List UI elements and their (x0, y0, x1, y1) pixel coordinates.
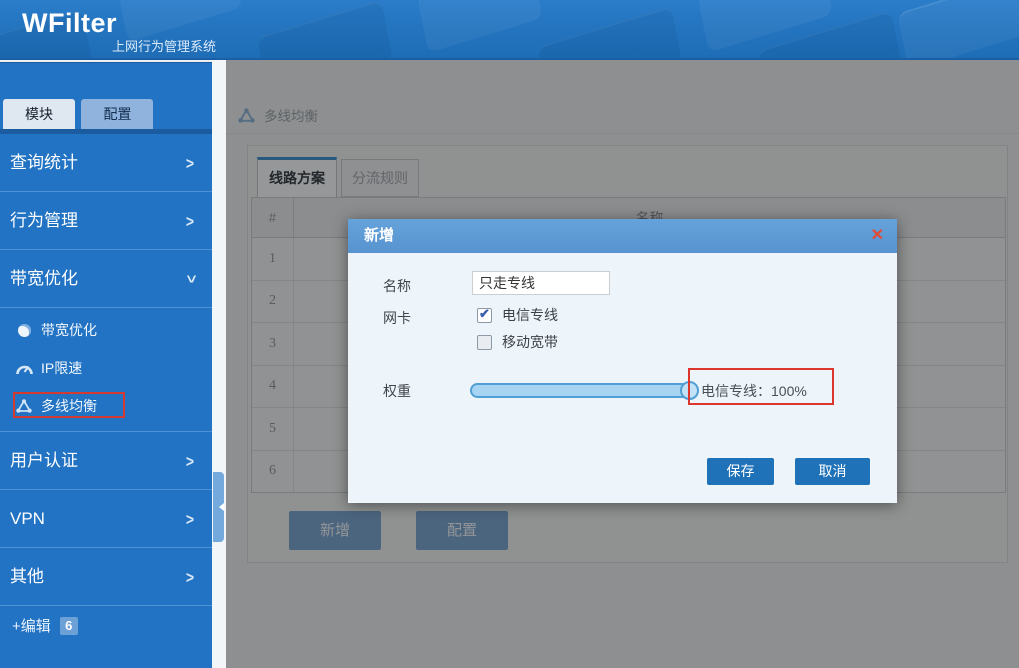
checkbox-icon[interactable] (477, 308, 492, 323)
sidebar-item-label: 带宽优化 (10, 269, 78, 288)
checkbox-telecom-line[interactable]: 电信专线 (477, 305, 558, 325)
sidebar-item-user-auth[interactable]: 用户认证 > (0, 432, 212, 490)
edit-count-badge: 6 (60, 617, 78, 635)
app-logo: WFilter (22, 8, 117, 39)
sidebar-gutter (212, 60, 226, 668)
save-button[interactable]: 保存 (707, 458, 774, 485)
add-dialog: 新增 ✕ 名称 网卡 电信专线 移动宽带 权重 电信专线：100% 保存 取消 (348, 219, 897, 503)
sidebar-subitem-multiline-balance[interactable]: 多线均衡 (0, 387, 212, 425)
sidebar-edit-label: +编辑 (12, 615, 51, 636)
sidebar: 模块 配置 查询统计 > 行为管理 > 带宽优化 > 带宽优化 (0, 62, 212, 668)
sidebar-item-label: 行为管理 (10, 211, 78, 230)
sidebar-menu: 查询统计 > 行为管理 > 带宽优化 > 带宽优化 (0, 134, 212, 606)
bandwidth-circle-icon (15, 321, 33, 339)
name-input[interactable] (472, 271, 610, 295)
dialog-title: 新增 (364, 219, 394, 253)
wfilter-app: WFilter 上网行为管理系统 模块 配置 查询统计 > 行为管理 > 带宽优… (0, 0, 1019, 668)
sidebar-tab-modules[interactable]: 模块 (3, 99, 75, 129)
sidebar-tab-bar: 模块 配置 (3, 99, 155, 129)
weight-field-label: 权重 (383, 381, 411, 401)
sidebar-edit-button[interactable]: +编辑 6 (12, 615, 78, 636)
multiline-triangle-icon (15, 397, 33, 415)
sidebar-subitem-bandwidth-opt[interactable]: 带宽优化 (0, 311, 212, 349)
checkbox-label: 电信专线 (502, 305, 558, 325)
sidebar-tab-config[interactable]: 配置 (81, 99, 153, 129)
weight-value-label: 电信专线：100% (701, 381, 807, 401)
sidebar-subitem-label: 多线均衡 (41, 387, 97, 425)
sidebar-subitem-label: 带宽优化 (41, 311, 97, 349)
sidebar-item-label: 用户认证 (10, 451, 78, 470)
sidebar-item-vpn[interactable]: VPN > (0, 490, 212, 548)
weight-slider[interactable] (470, 383, 698, 398)
speed-gauge-icon (15, 359, 33, 377)
dialog-titlebar: 新增 ✕ (348, 219, 897, 253)
chevron-right-icon: > (186, 542, 194, 612)
sidebar-submenu-bandwidth: 带宽优化 IP限速 多线均衡 (0, 308, 212, 432)
sidebar-item-other[interactable]: 其他 > (0, 548, 212, 606)
chevron-right-icon: > (186, 186, 194, 256)
cancel-button[interactable]: 取消 (795, 458, 870, 485)
app-header: WFilter 上网行为管理系统 (0, 0, 1019, 60)
sidebar-item-label: 其他 (10, 567, 44, 586)
checkbox-mobile-broadband[interactable]: 移动宽带 (477, 332, 558, 352)
sidebar-item-label: 查询统计 (10, 153, 78, 172)
sidebar-subitem-label: IP限速 (41, 349, 82, 387)
sidebar-item-query-stats[interactable]: 查询统计 > (0, 134, 212, 192)
close-icon[interactable]: ✕ (871, 219, 884, 253)
slider-handle[interactable] (680, 381, 699, 400)
nic-field-label: 网卡 (383, 308, 411, 328)
sidebar-item-label: VPN (10, 509, 45, 528)
sidebar-collapse-handle[interactable] (213, 472, 224, 542)
sidebar-subitem-ip-limit[interactable]: IP限速 (0, 349, 212, 387)
sidebar-item-behavior-mgmt[interactable]: 行为管理 > (0, 192, 212, 250)
checkbox-icon[interactable] (477, 335, 492, 350)
name-field-label: 名称 (383, 276, 411, 296)
app-logo-subtitle: 上网行为管理系统 (112, 36, 216, 55)
checkbox-label: 移动宽带 (502, 332, 558, 352)
sidebar-item-bandwidth-opt[interactable]: 带宽优化 > (0, 250, 212, 308)
